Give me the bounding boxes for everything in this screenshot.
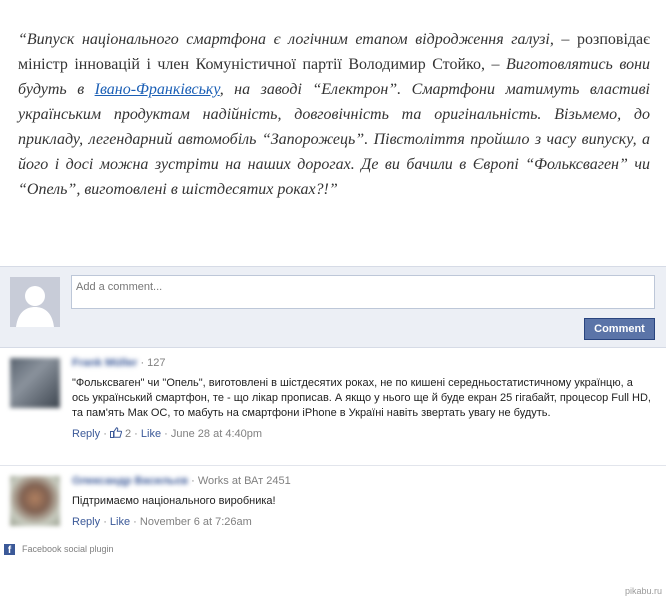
comment-header: Frank Müller · 127 xyxy=(72,356,652,371)
comment-text: "Фольксваген" чи "Опель", виготовлені в … xyxy=(72,377,651,419)
separator: · xyxy=(133,516,140,528)
thumbs-up-icon xyxy=(109,427,122,438)
article-quote: “Випуск національного смартфона є логічн… xyxy=(18,27,650,202)
reply-link[interactable]: Reply xyxy=(72,428,100,440)
comment-body: Олександр Васильєв · Works at ВАт 2451 П… xyxy=(72,474,652,530)
separator: · xyxy=(164,428,171,440)
like-link[interactable]: Like xyxy=(110,516,130,528)
user-avatar xyxy=(10,277,60,327)
comment-item: Олександр Васильєв · Works at ВАт 2451 П… xyxy=(0,466,666,541)
comment-list: Frank Müller · 127 "Фольксваген" чи "Опе… xyxy=(0,347,666,541)
comment-actions: Reply · 2 · Like · June 28 at 4:40pm xyxy=(72,427,652,442)
commenter-name[interactable]: Олександр Васильєв xyxy=(72,474,188,489)
plugin-footer-text[interactable]: Facebook social plugin xyxy=(22,544,114,554)
watermark: pikabu.ru xyxy=(624,586,662,596)
commenter-meta: · Works at ВАт 2451 xyxy=(188,475,291,487)
separator: · xyxy=(103,428,110,440)
commenter-avatar[interactable] xyxy=(10,476,60,526)
commenter-name[interactable]: Frank Müller xyxy=(72,356,137,371)
city-link[interactable]: Івано-Франківську xyxy=(95,81,220,98)
quote-part-4: , на заводі “Електрон”. Смартфони матиму… xyxy=(18,81,650,198)
reply-link[interactable]: Reply xyxy=(72,516,100,528)
facebook-logo-icon: f xyxy=(4,544,15,555)
comment-item: Frank Müller · 127 "Фольксваген" чи "Опе… xyxy=(0,348,666,466)
comment-date[interactable]: November 6 at 7:26am xyxy=(140,516,252,528)
comment-text: Підтримаємо національного виробника! xyxy=(72,495,276,507)
like-count: 2 xyxy=(124,428,132,440)
comment-header: Олександр Васильєв · Works at ВАт 2451 xyxy=(72,474,652,489)
separator: · xyxy=(103,516,110,528)
comment-body: Frank Müller · 127 "Фольксваген" чи "Опе… xyxy=(72,356,652,442)
commenter-meta: · 127 xyxy=(137,357,166,369)
separator: · xyxy=(134,428,141,440)
comment-button[interactable]: Comment xyxy=(584,318,655,340)
comment-actions: Reply · Like · November 6 at 7:26am xyxy=(72,515,652,530)
commenter-avatar[interactable] xyxy=(10,358,60,408)
quote-part-1: “Випуск національного смартфона є логічн… xyxy=(18,31,554,48)
comment-compose-area: Comment xyxy=(0,266,666,347)
silhouette-icon xyxy=(10,277,60,327)
comment-input[interactable] xyxy=(71,275,655,309)
plugin-footer: f Facebook social plugin xyxy=(0,537,666,561)
facebook-comments-plugin: Comment Frank Müller · 127 "Фольксваген"… xyxy=(0,266,666,561)
like-link[interactable]: Like xyxy=(141,428,161,440)
comment-date[interactable]: June 28 at 4:40pm xyxy=(171,428,262,440)
